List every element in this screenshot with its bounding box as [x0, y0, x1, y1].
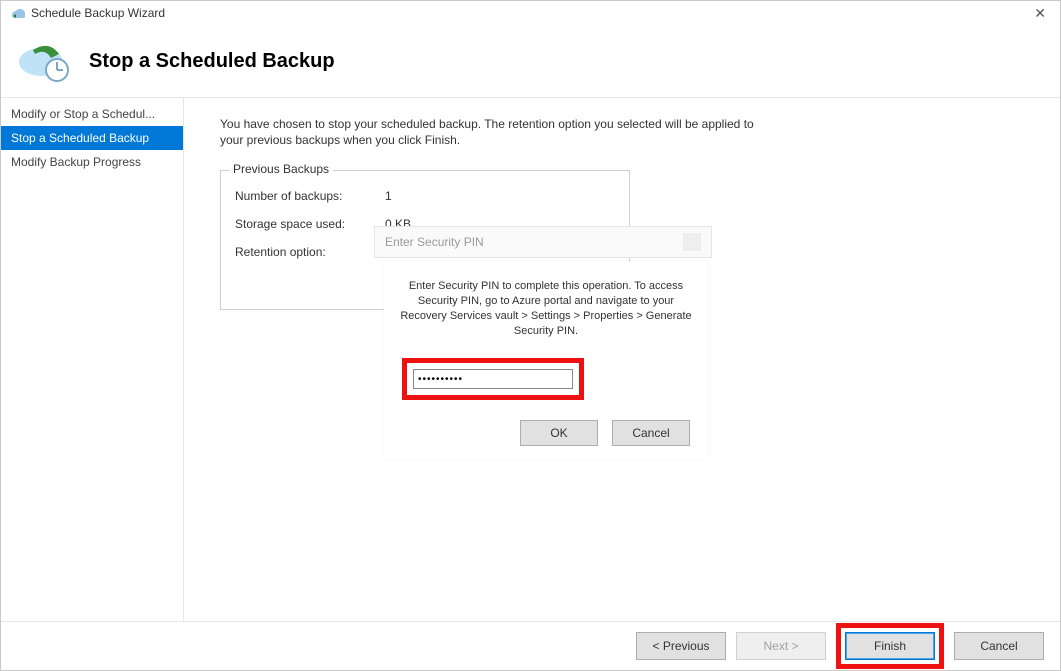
wizard-steps-sidebar: Modify or Stop a Schedul... Stop a Sched…: [1, 98, 184, 621]
wizard-header: Stop a Scheduled Backup: [1, 25, 1060, 98]
retention-option-label: Retention option:: [235, 245, 385, 259]
security-pin-header-label: Enter Security PIN: [385, 235, 484, 249]
next-button: Next >: [736, 632, 826, 660]
pin-cancel-button[interactable]: Cancel: [612, 420, 690, 446]
previous-button[interactable]: < Previous: [636, 632, 726, 660]
backups-count-label: Number of backups:: [235, 189, 385, 203]
wizard-logo-icon: [13, 36, 73, 86]
window-title: Schedule Backup Wizard: [31, 6, 165, 20]
wizard-window: Schedule Backup Wizard ✕ Stop a Schedule…: [0, 0, 1061, 671]
storage-used-label: Storage space used:: [235, 217, 385, 231]
sidebar-step-stop-scheduled[interactable]: Stop a Scheduled Backup: [1, 126, 183, 150]
security-pin-header: Enter Security PIN ×: [374, 226, 712, 258]
security-pin-message: Enter Security PIN to complete this oper…: [398, 279, 694, 338]
sidebar-step-modify-or-stop[interactable]: Modify or Stop a Schedul...: [1, 102, 183, 126]
security-pin-dialog: Enter Security PIN to complete this oper…: [384, 261, 708, 460]
fieldset-legend: Previous Backups: [229, 162, 333, 176]
backups-count-value: 1: [385, 189, 392, 203]
close-icon[interactable]: ✕: [1028, 5, 1052, 22]
sidebar-step-modify-progress[interactable]: Modify Backup Progress: [1, 150, 183, 174]
security-pin-input[interactable]: [413, 369, 573, 389]
pin-ok-button[interactable]: OK: [520, 420, 598, 446]
finish-button[interactable]: Finish: [845, 632, 935, 660]
security-pin-header-close-icon[interactable]: ×: [683, 233, 701, 251]
intro-text: You have chosen to stop your scheduled b…: [220, 116, 780, 148]
wizard-footer: < Previous Next > Finish Cancel: [1, 621, 1060, 670]
page-title: Stop a Scheduled Backup: [89, 50, 335, 73]
finish-button-highlight: Finish: [836, 623, 944, 669]
app-icon: [9, 5, 25, 21]
cancel-button[interactable]: Cancel: [954, 632, 1044, 660]
security-pin-input-highlight: [402, 358, 584, 400]
titlebar: Schedule Backup Wizard ✕: [1, 1, 1060, 25]
